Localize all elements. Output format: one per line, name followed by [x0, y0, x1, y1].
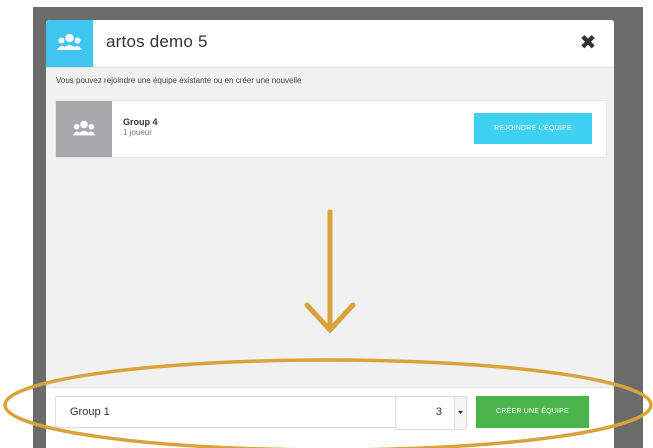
users-icon [57, 33, 82, 50]
users-icon [72, 120, 96, 136]
header-icon-box [46, 20, 93, 67]
team-size-value: 3 [435, 406, 442, 418]
create-team-button[interactable]: Créer une équipe [476, 396, 589, 428]
select-arrow[interactable] [454, 397, 466, 429]
modal-title: artos demo 5 [106, 32, 208, 51]
join-team-button[interactable]: Rejoindre l'équipe [474, 113, 592, 144]
team-modal: artos demo 5 ✖ Vous pouvez rejoindre une… [46, 20, 614, 448]
team-avatar [56, 101, 112, 157]
team-name-input[interactable] [55, 396, 403, 428]
team-name: Group 4 [123, 117, 158, 127]
close-button[interactable]: ✖ [576, 30, 600, 56]
instructions-text: Vous pouvez rejoindre une équipe existan… [56, 76, 302, 85]
team-card: Group 4 1 joueur Rejoindre l'équipe [55, 100, 607, 158]
create-team-footer: 3 Créer une équipe [46, 387, 614, 448]
team-size-select[interactable]: 3 [395, 396, 467, 430]
modal-header: artos demo 5 ✖ [46, 20, 614, 68]
caret-down-icon [458, 411, 463, 414]
team-member-count: 1 joueur [123, 128, 152, 137]
